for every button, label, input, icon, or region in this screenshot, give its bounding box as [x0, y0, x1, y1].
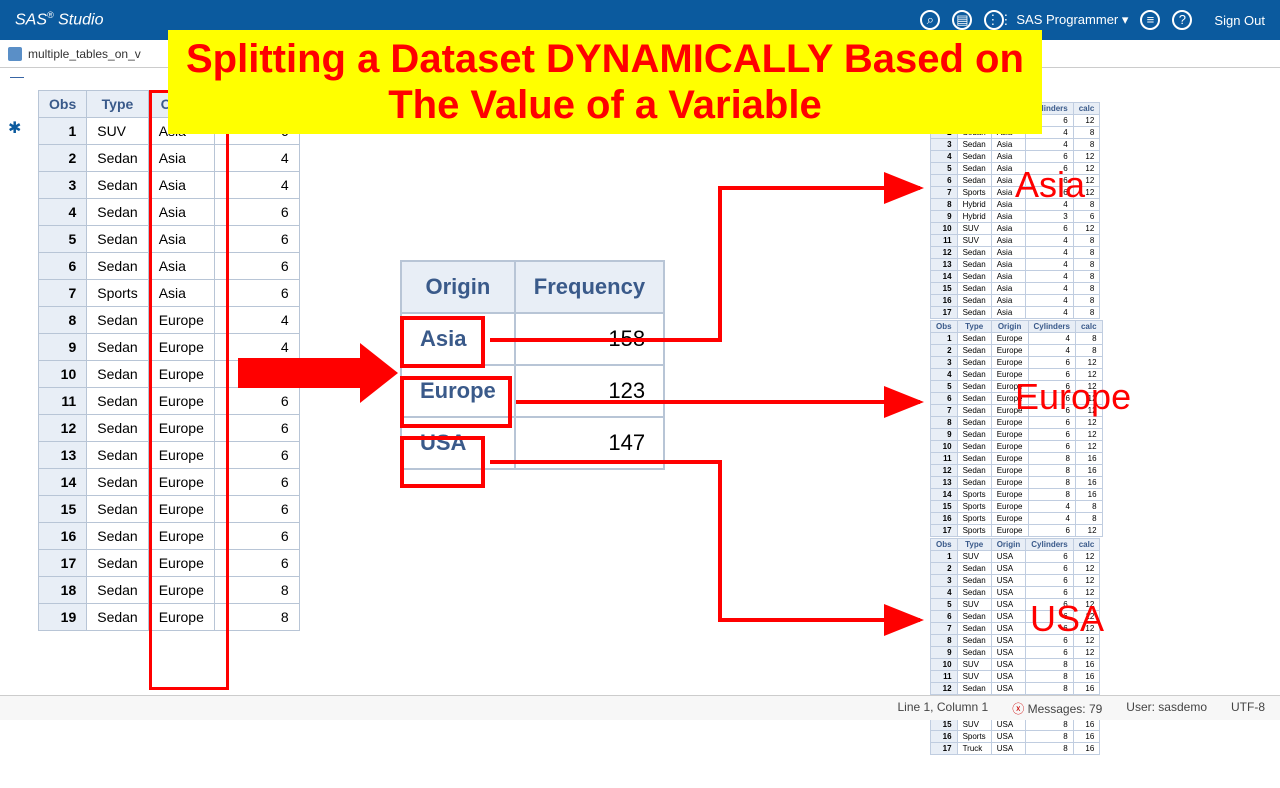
table-row: 14SedanAsia48 [931, 271, 1100, 283]
table-row: 16SportsEurope48 [931, 513, 1103, 525]
table-row: 17TruckUSA816 [931, 743, 1100, 755]
asia-output-table: ObsTypeOriginCylinderscalc1SUVAsia6122Se… [930, 102, 1100, 319]
table-row: 11SUVAsia48 [931, 235, 1100, 247]
col-header: Type [957, 539, 991, 551]
table-row: 11SUVUSA816 [931, 671, 1100, 683]
encoding-label: UTF-8 [1231, 700, 1265, 717]
messages-count[interactable]: ⓧ Messages: 79 [1012, 700, 1102, 717]
col-header: Cylinders [1028, 321, 1075, 333]
table-row: 13SedanAsia48 [931, 259, 1100, 271]
folder-icon[interactable]: ▤ [952, 10, 972, 30]
table-row: 1SUVUSA612 [931, 551, 1100, 563]
table-row: 1SedanEurope48 [931, 333, 1103, 345]
col-header: Type [87, 91, 148, 118]
col-header: calc [1073, 539, 1100, 551]
overlay-title: Splitting a Dataset DYNAMICALLY Based on… [168, 30, 1042, 134]
usa-cell-highlight [400, 436, 485, 488]
col-header: Type [957, 321, 991, 333]
grid-icon[interactable]: ⋮⋮ [984, 10, 1004, 30]
asia-label: Asia [1015, 164, 1085, 206]
role-dropdown[interactable]: SAS Programmer ▾ [1016, 12, 1128, 28]
table-row: 4SedanUSA612 [931, 587, 1100, 599]
col-header: Obs [931, 539, 958, 551]
usa-label: USA [1030, 598, 1104, 640]
col-header: Obs [39, 91, 87, 118]
europe-cell-highlight [400, 376, 512, 428]
app-brand: SAS® Studio [15, 10, 103, 29]
col-header: calc [1073, 103, 1100, 115]
table-row: 9HybridAsia36 [931, 211, 1100, 223]
asia-cell-highlight [400, 316, 485, 368]
search-icon[interactable]: ⌕ [920, 10, 940, 30]
tab-icon [8, 47, 22, 61]
table-row: 12SedanAsia48 [931, 247, 1100, 259]
table-row: 16SportsUSA816 [931, 731, 1100, 743]
table-row: 12SedanEurope816 [931, 465, 1103, 477]
origin-column-highlight [149, 90, 229, 690]
col-header: Obs [931, 321, 958, 333]
table-row: 2SedanUSA612 [931, 563, 1100, 575]
table-row: 3SedanEurope612 [931, 357, 1103, 369]
table-row: 17SedanAsia48 [931, 307, 1100, 319]
col-header: Origin [991, 321, 1028, 333]
table-row: 3SedanUSA612 [931, 575, 1100, 587]
user-label: User: sasdemo [1126, 700, 1207, 717]
sidebar-collapse-icon[interactable]: — [10, 68, 32, 84]
header-actions: ⌕ ▤ ⋮⋮ SAS Programmer ▾ ≡ ? Sign Out [920, 10, 1265, 30]
table-row: 17SportsEurope612 [931, 525, 1103, 537]
table-row: 13SedanEurope816 [931, 477, 1103, 489]
table-row: 15SedanAsia48 [931, 283, 1100, 295]
content-area: Splitting a Dataset DYNAMICALLY Based on… [0, 68, 1280, 695]
table-row: 15SportsEurope48 [931, 501, 1103, 513]
table-row: 16SedanAsia48 [931, 295, 1100, 307]
table-row: 9SedanEurope612 [931, 429, 1103, 441]
table-row: 4SedanAsia612 [931, 151, 1100, 163]
cursor-position: Line 1, Column 1 [897, 700, 988, 717]
table-row: 9SedanUSA612 [931, 647, 1100, 659]
col-header: Origin [991, 539, 1026, 551]
sign-out-link[interactable]: Sign Out [1214, 13, 1265, 28]
europe-label: Europe [1015, 376, 1131, 418]
table-row: 2SedanEurope48 [931, 345, 1103, 357]
table-row: 10SUVUSA816 [931, 659, 1100, 671]
status-bar: Line 1, Column 1 ⓧ Messages: 79 User: sa… [0, 695, 1280, 720]
table-row: 10SedanEurope612 [931, 441, 1103, 453]
table-row: 8SedanEurope612 [931, 417, 1103, 429]
table-row: 11SedanEurope816 [931, 453, 1103, 465]
col-header: calc [1075, 321, 1102, 333]
table-row: 3SedanAsia48 [931, 139, 1100, 151]
europe-output-table: ObsTypeOriginCylinderscalc1SedanEurope48… [930, 320, 1103, 537]
col-header: Cylinders [1026, 539, 1073, 551]
help-icon[interactable]: ? [1172, 10, 1192, 30]
table-row: 12SedanUSA816 [931, 683, 1100, 695]
table-row: 10SUVAsia612 [931, 223, 1100, 235]
table-row: 14SportsEurope816 [931, 489, 1103, 501]
usa-output-table: ObsTypeOriginCylinderscalc1SUVUSA6122Sed… [930, 538, 1100, 755]
table-row: 15SUVUSA816 [931, 719, 1100, 731]
more-icon[interactable]: ≡ [1140, 10, 1160, 30]
tab-title[interactable]: multiple_tables_on_v [28, 47, 141, 61]
run-icon[interactable]: ✱ [8, 118, 21, 138]
